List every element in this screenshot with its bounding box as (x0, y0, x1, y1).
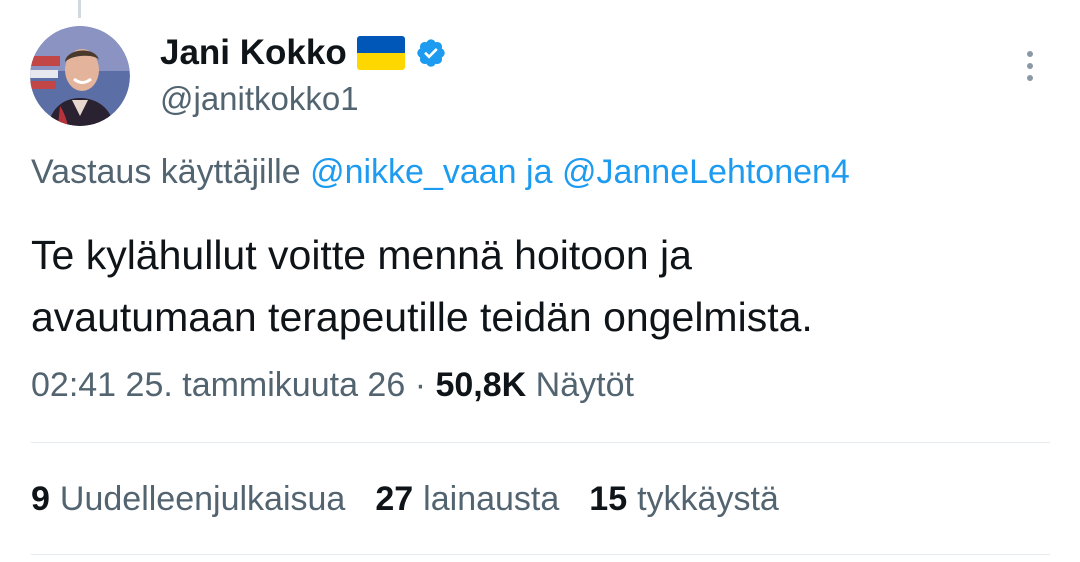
tweet-text-line: avautumaan terapeutille teidän ongelmist… (31, 294, 813, 340)
retweets-label: Uudelleenjulkaisua (59, 480, 346, 518)
views-label: Näytöt (535, 366, 634, 404)
likes-count: 15 (589, 480, 628, 518)
avatar[interactable] (30, 26, 130, 126)
retweets-count: 9 (31, 480, 50, 518)
author-handle[interactable]: @janitkokko1 (160, 80, 359, 118)
likes-stat[interactable]: 15 tykkäystä (589, 480, 779, 519)
tweet-text-line: Te kylähullut voitte mennä hoitoon ja (31, 232, 692, 278)
quotes-label: lainausta (423, 480, 560, 518)
author-name-row: Jani Kokko (160, 28, 447, 78)
meta-separator: · (414, 366, 427, 404)
tweet-time[interactable]: 02:41 (31, 366, 116, 404)
author-name[interactable]: Jani Kokko (160, 33, 347, 73)
engagement-stats: 9 Uudelleenjulkaisua 27 lainausta 15 tykkäy… (31, 480, 779, 519)
divider (31, 442, 1050, 443)
divider (31, 554, 1050, 555)
ukraine-flag-icon (356, 36, 405, 70)
mention-link-jannelehtonen4[interactable]: @JanneLehtonen4 (562, 153, 850, 191)
reply-context-conjunction: ja (526, 153, 553, 191)
views-count: 50,8K (435, 366, 527, 404)
tweet-detail: Jani Kokko @janitkokko1 Vastaus käyttäji… (0, 0, 1080, 562)
thread-connector-line (78, 0, 81, 18)
reply-context: Vastaus käyttäjille @nikke_vaan ja @Jann… (31, 153, 850, 192)
tweet-meta: 02:41 25. tammikuuta 26 · 50,8K Näytöt (31, 366, 634, 405)
quotes-stat[interactable]: 27 lainausta (375, 480, 559, 519)
quotes-count: 27 (375, 480, 414, 518)
tweet-text: Te kylähullut voitte mennä hoitoon ja av… (31, 224, 1051, 348)
mention-link-nikke-vaan[interactable]: @nikke_vaan (310, 153, 517, 191)
reply-context-prefix: Vastaus käyttäjille (31, 153, 301, 191)
verified-badge-icon[interactable] (415, 37, 447, 69)
retweets-stat[interactable]: 9 Uudelleenjulkaisua (31, 480, 345, 519)
more-vertical-icon[interactable] (1020, 48, 1040, 84)
likes-label: tykkäystä (637, 480, 779, 518)
tweet-date[interactable]: 25. tammikuuta 26 (126, 366, 406, 404)
